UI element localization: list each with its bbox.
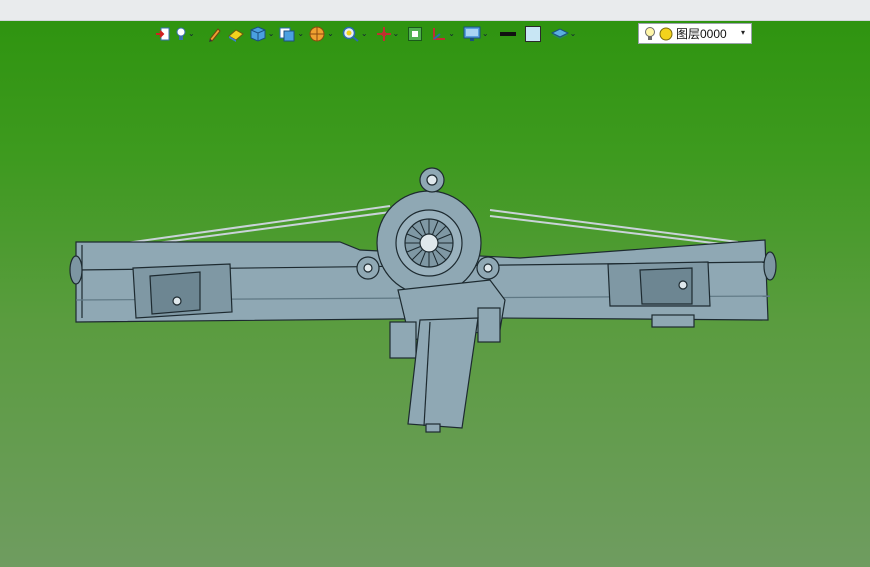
left-slider-block — [132, 263, 233, 319]
motor-body — [407, 317, 479, 433]
window-regulator-model[interactable] — [0, 0, 870, 567]
